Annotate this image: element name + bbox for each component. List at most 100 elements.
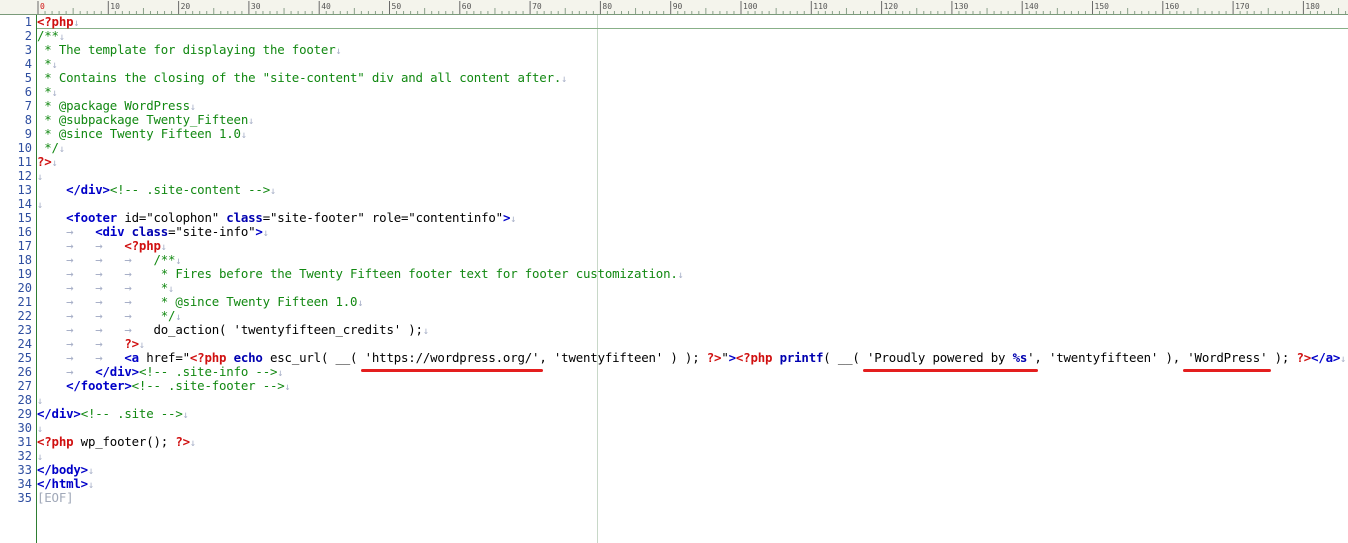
- indent-marker: →: [37, 224, 96, 239]
- code-line[interactable]: ↓: [37, 449, 43, 463]
- code-line[interactable]: *↓: [37, 57, 57, 72]
- code-token: ": [721, 350, 729, 365]
- code-line[interactable]: → → → do_action( 'twentyfifteen_credits'…: [37, 322, 429, 338]
- line-number: 19: [17, 267, 32, 281]
- code-line[interactable]: * The template for displaying the footer…: [37, 43, 341, 58]
- code-line[interactable]: * @package WordPress↓: [37, 99, 196, 114]
- code-token: </div>: [37, 406, 81, 421]
- code-line[interactable]: → → → *↓: [37, 281, 174, 296]
- code-editor[interactable]: <?php↓/**↓ * The template for displaying…: [37, 15, 1348, 543]
- code-token: class: [124, 224, 169, 239]
- code-line[interactable]: /**↓: [37, 29, 65, 44]
- code-token: wp_footer();: [73, 434, 176, 449]
- indent-marker: → → →: [37, 322, 154, 337]
- code-line[interactable]: → → → * @since Twenty Fifteen 1.0↓: [37, 294, 363, 310]
- newline-marker: ↓: [269, 186, 276, 197]
- code-token: ( __( 'Proudly powered by: [823, 350, 1013, 365]
- line-number: 14: [17, 197, 32, 211]
- line-number: 11: [17, 155, 32, 169]
- code-line[interactable]: → → ?>↓: [37, 336, 145, 352]
- line-number: 15: [17, 211, 32, 225]
- indent-marker: → →: [37, 336, 125, 351]
- code-token: ="site-info": [168, 224, 256, 239]
- code-token: <?php: [735, 350, 773, 365]
- code-line[interactable]: </html>↓: [37, 477, 94, 492]
- code-line[interactable]: ↓: [37, 169, 43, 183]
- ruler-label: 60: [462, 2, 472, 11]
- line-number: 24: [17, 337, 32, 351]
- code-token: <footer: [66, 210, 118, 225]
- code-line[interactable]: */↓: [37, 141, 65, 156]
- newline-marker: ↓: [561, 74, 567, 85]
- newline-marker: ↓: [510, 214, 517, 225]
- line-number: 9: [24, 127, 32, 141]
- ruler-label: 20: [181, 2, 191, 11]
- ruler-label: 0: [40, 2, 45, 11]
- code-line[interactable]: * Contains the closing of the "site-cont…: [37, 70, 567, 86]
- code-token: echo: [226, 350, 263, 365]
- line-number: 23: [17, 323, 32, 337]
- current-line-highlight: [37, 15, 1348, 29]
- column-ruler: 0 10 20 30 40 50 60 70 80 90 100 110 120 130 140 150 160…: [0, 0, 1348, 15]
- code-line[interactable]: * @since Twenty Fifteen 1.0↓: [37, 126, 247, 142]
- code-line[interactable]: → → → * Fires before the Twenty Fifteen …: [37, 267, 684, 282]
- code-token: * @since Twenty Fifteen 1.0: [37, 126, 241, 141]
- line-number: 3: [24, 43, 32, 57]
- code-line[interactable]: ↓: [37, 393, 43, 407]
- indent-marker: → → →: [37, 252, 154, 267]
- newline-marker: ↓: [262, 228, 269, 239]
- line-number: 4: [24, 57, 32, 71]
- code-line[interactable]: → → <?php↓: [37, 239, 167, 254]
- code-line[interactable]: </body>↓: [37, 462, 94, 478]
- code-token: [EOF]: [37, 490, 74, 505]
- code-line[interactable]: <?php↓: [37, 14, 79, 30]
- code-line[interactable]: <footer id="colophon" class="site-footer…: [37, 210, 517, 226]
- newline-marker: ↓: [1340, 354, 1347, 365]
- ruler-ticks: 0 10 20 30 40 50 60 70 80 90 100 110 120 130 140 150 160…: [37, 1, 1347, 14]
- line-number: 16: [17, 225, 32, 239]
- line-number: 10: [17, 141, 32, 155]
- line-number: 21: [17, 295, 32, 309]
- code-token: ?>: [175, 434, 190, 449]
- code-line[interactable]: * @subpackage Twenty_Fifteen↓: [37, 113, 254, 128]
- code-token: <?php: [37, 434, 74, 449]
- code-token: </body>: [37, 462, 88, 477]
- ruler-label: 160: [1165, 2, 1180, 11]
- code-line[interactable]: → </div><!-- .site-info -->↓: [37, 365, 283, 380]
- code-line[interactable]: ↓: [37, 421, 43, 435]
- code-token: printf: [772, 350, 824, 365]
- code-line[interactable]: → → → */↓: [37, 309, 181, 324]
- code-token: </div>: [66, 182, 110, 197]
- code-token: ?>: [37, 154, 52, 169]
- code-token: esc_url( __( 'https://wordpress.org/', '…: [262, 350, 707, 365]
- line-number: 35: [17, 491, 32, 505]
- code-line[interactable]: </div><!-- .site -->↓: [37, 406, 189, 422]
- code-line[interactable]: *↓: [37, 85, 57, 100]
- code-token: * @since Twenty Fifteen 1.0: [153, 294, 358, 309]
- ruler-label: 110: [813, 2, 828, 11]
- ruler-label: 30: [251, 2, 261, 11]
- code-line[interactable]: → → → /**↓: [37, 252, 181, 268]
- ruler-label: 170: [1235, 2, 1250, 11]
- code-token: id="colophon": [117, 210, 227, 225]
- line-number: 18: [17, 253, 32, 267]
- code-line[interactable]: [EOF]: [37, 490, 74, 505]
- code-token: <?php: [37, 14, 74, 29]
- code-line[interactable]: </div><!-- .site-content -->↓: [37, 182, 276, 198]
- code-token: </footer>: [66, 378, 132, 393]
- code-line[interactable]: → → <a href="<?php echo esc_url( __( 'ht…: [37, 350, 1347, 366]
- code-line[interactable]: </footer><!-- .site-footer -->↓: [37, 378, 290, 394]
- code-token: * Contains the closing of the "site-cont…: [37, 70, 562, 85]
- code-line[interactable]: ?>↓: [37, 154, 58, 170]
- code-line[interactable]: ↓: [37, 197, 43, 211]
- underline-wordpress: [1183, 369, 1272, 372]
- code-token: <?php: [189, 350, 227, 365]
- newline-marker: ↓: [182, 410, 189, 421]
- code-token: <!-- .site -->: [80, 406, 183, 421]
- code-line[interactable]: <?php wp_footer(); ?>↓: [37, 434, 196, 450]
- indent-marker: [37, 182, 66, 197]
- line-number: 34: [17, 477, 32, 491]
- underline-proudly-powered-by: [862, 369, 1039, 372]
- code-line[interactable]: → <div class="site-info">↓: [37, 224, 269, 240]
- ruler-label: 130: [954, 2, 969, 11]
